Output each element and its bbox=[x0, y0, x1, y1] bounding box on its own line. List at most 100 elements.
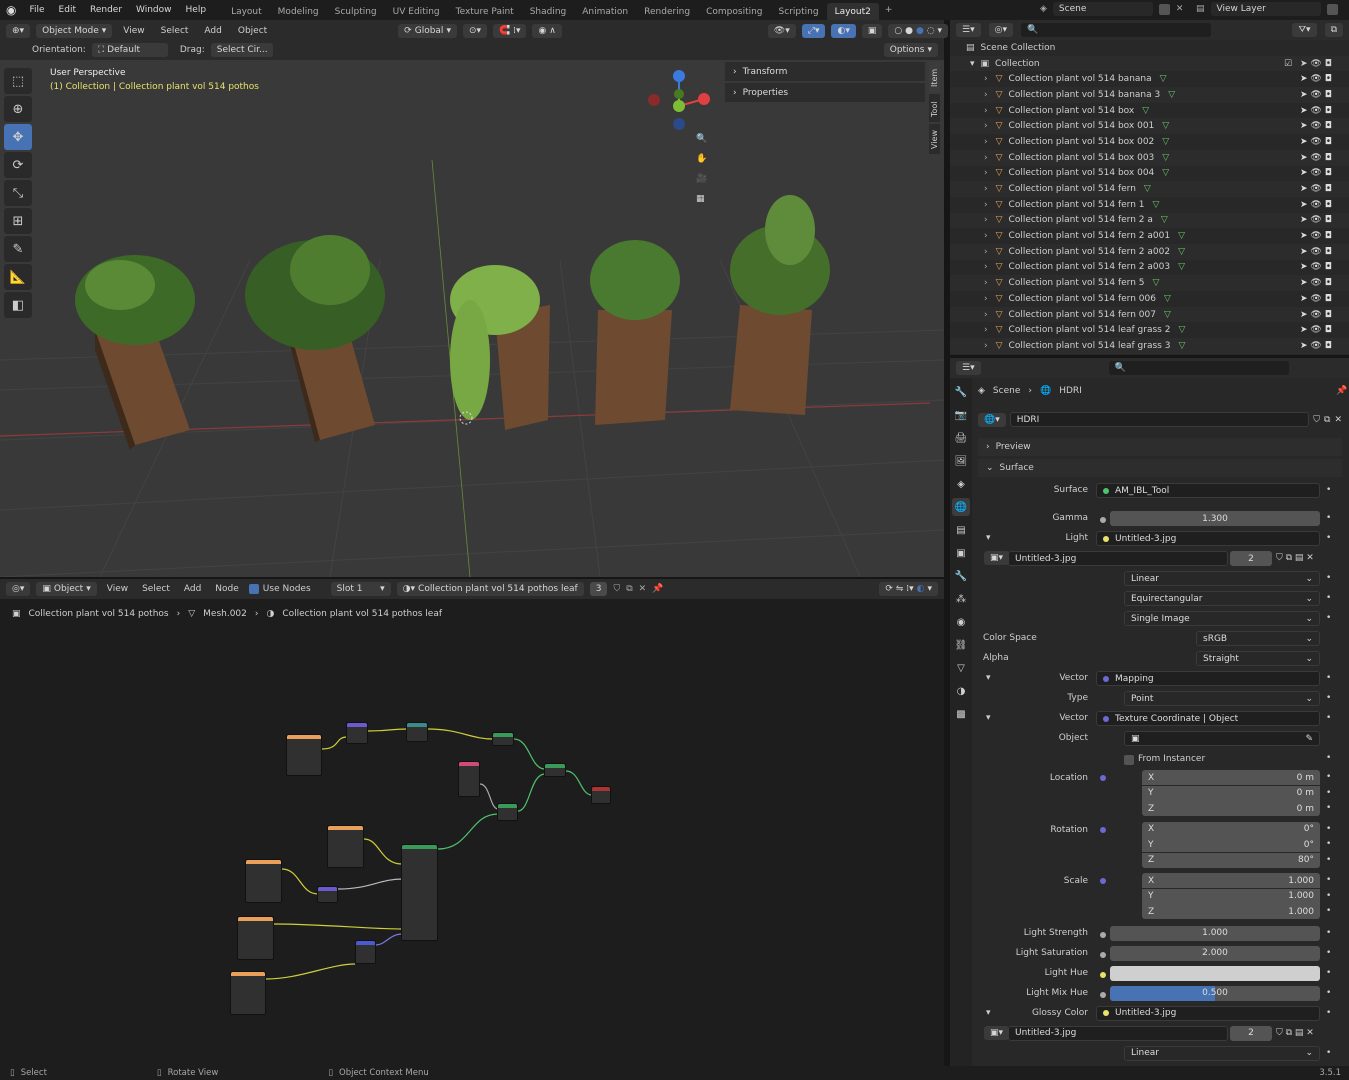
mesh-data-icon[interactable]: ▽ bbox=[1162, 168, 1169, 178]
row-visibility-icons[interactable]: ➤ 👁 ◘ bbox=[1300, 200, 1332, 210]
keyframe-dot-icon[interactable]: • bbox=[1326, 513, 1331, 523]
rotation-x-field[interactable]: X 0° bbox=[1142, 821, 1320, 837]
keyframe-dot-icon[interactable]: • bbox=[1326, 988, 1331, 998]
planter-2[interactable] bbox=[245, 235, 385, 442]
keyframe-dot-icon[interactable]: • bbox=[1326, 839, 1331, 849]
keyframe-dot-icon[interactable]: • bbox=[1326, 803, 1331, 813]
row-visibility-icons[interactable]: ➤ 👁 ◘ bbox=[1300, 74, 1332, 84]
outliner-row[interactable]: › ▽ Collection plant vol 514 fern 006 ▽ ➤ 👁 … bbox=[950, 291, 1349, 307]
output-tab-icon[interactable]: 🖨 bbox=[952, 429, 970, 447]
row-visibility-icons[interactable]: ➤ 👁 ◘ bbox=[1300, 278, 1332, 288]
light-socket[interactable]: Untitled-3.jpg bbox=[1096, 531, 1320, 546]
outliner-row[interactable]: › ▽ Collection plant vol 514 fern 5 ▽ ➤ 👁 ◘ bbox=[950, 275, 1349, 291]
collapse-triangle-icon[interactable]: ▾ bbox=[986, 533, 991, 543]
expand-chevron-icon[interactable]: › bbox=[984, 184, 988, 194]
world-browse-icon[interactable]: 🌐▾ bbox=[978, 412, 1006, 427]
object-field[interactable]: ▣ ✎ bbox=[1124, 731, 1320, 746]
outliner-row[interactable]: › ▽ Collection plant vol 514 fern ▽ ➤ 👁 ◘ bbox=[950, 181, 1349, 197]
planter-4[interactable] bbox=[590, 240, 680, 425]
expand-chevron-icon[interactable]: › bbox=[984, 215, 988, 225]
keyframe-dot-icon[interactable]: • bbox=[1326, 485, 1331, 495]
transform-orientation-dropdown[interactable]: ⟳ Global ▾ bbox=[398, 23, 457, 38]
light-strength-field[interactable]: 1.000 bbox=[1110, 925, 1320, 941]
collection-row[interactable]: ▾ ▣ Collection ☑ ➤ 👁 ◘ bbox=[950, 55, 1349, 72]
tab-item[interactable]: Item bbox=[929, 62, 940, 92]
keyframe-dot-icon[interactable]: • bbox=[1326, 1048, 1331, 1058]
expand-chevron-icon[interactable]: › bbox=[984, 247, 988, 257]
alpha-dropdown[interactable]: Straight ⌄ bbox=[1196, 651, 1320, 666]
outliner-row[interactable]: › ▽ Collection plant vol 514 fern 2 a002 ▽ ➤… bbox=[950, 243, 1349, 260]
node-texture-1[interactable] bbox=[286, 734, 322, 776]
expand-chevron-icon[interactable]: › bbox=[984, 168, 988, 178]
scale-z-field[interactable]: Z 1.000 bbox=[1142, 904, 1320, 919]
row-visibility-icons[interactable]: ➤ 👁 ◘ bbox=[1300, 90, 1332, 100]
node-material-output[interactable] bbox=[591, 786, 611, 804]
surface-section-header[interactable]: ⌄ Surface bbox=[978, 459, 1342, 477]
options-dropdown[interactable]: Options ▾ bbox=[883, 43, 938, 57]
node-principled-bsdf[interactable] bbox=[401, 844, 438, 941]
cursor-tool-icon[interactable]: ⊕ bbox=[4, 96, 32, 122]
keyframe-dot-icon[interactable]: • bbox=[1326, 593, 1331, 603]
menu-window[interactable]: Window bbox=[129, 5, 179, 15]
properties-editor[interactable]: ☰▾ 🔍 🔧 📷 🖨 🖼 ◈ 🌐 ▤ ▣ 🔧 ⁂ ◉ ⛓ ▽ ◑ ▩ ◈ Scen… bbox=[950, 358, 1349, 1066]
outliner-row[interactable]: › ▽ Collection plant vol 514 fern 2 a003 ▽ ➤… bbox=[950, 260, 1349, 276]
keyframe-dot-icon[interactable]: • bbox=[1326, 968, 1331, 978]
node-texture-2[interactable] bbox=[327, 825, 364, 868]
outliner-row[interactable]: › ▽ Collection plant vol 514 fern 1 ▽ ➤ 👁 ◘ bbox=[950, 197, 1349, 213]
light-saturation-field[interactable]: 2.000 bbox=[1110, 945, 1320, 961]
select-menu[interactable]: Select bbox=[156, 26, 194, 36]
proportional-edit-toggle[interactable]: ◉ ∧ bbox=[532, 23, 562, 38]
scale-x-field[interactable]: X 1.000 bbox=[1142, 873, 1320, 888]
tab-workspace-compositing[interactable]: Compositing bbox=[698, 3, 770, 20]
view-layer-tab-icon[interactable]: 🖼 bbox=[952, 452, 970, 470]
outliner-row[interactable]: › ▽ Collection plant vol 514 leaf grass 2 ▽… bbox=[950, 322, 1349, 338]
shading-modes[interactable]: ○ ● ● ◌ ▾ bbox=[888, 23, 949, 38]
add-cube-tool-icon[interactable]: ◧ bbox=[4, 292, 32, 318]
light-hue-field[interactable] bbox=[1110, 965, 1320, 981]
expand-chevron-icon[interactable]: › bbox=[984, 106, 988, 116]
mesh-data-icon[interactable]: ▽ bbox=[1162, 121, 1169, 131]
expand-chevron-icon[interactable]: › bbox=[984, 74, 988, 84]
expand-chevron-icon[interactable]: › bbox=[984, 262, 988, 272]
tab-workspace-animation[interactable]: Animation bbox=[574, 3, 636, 20]
tab-workspace-modeling[interactable]: Modeling bbox=[270, 3, 327, 20]
keyframe-dot-icon[interactable]: • bbox=[1326, 788, 1331, 798]
shader-type-dropdown[interactable]: ▣ Object ▾ bbox=[36, 582, 97, 596]
camera-view-icon[interactable]: 🎥 bbox=[690, 172, 713, 186]
properties-panel-header[interactable]: › Properties bbox=[725, 83, 925, 102]
mesh-data-icon[interactable]: ▽ bbox=[1161, 215, 1168, 225]
outliner-row[interactable]: › ▽ Collection plant vol 514 box 004 ▽ ➤ 👁 ◘ bbox=[950, 166, 1349, 182]
planter-1[interactable] bbox=[75, 255, 195, 450]
row-visibility-icons[interactable]: ➤ 👁 ◘ bbox=[1300, 137, 1332, 147]
node-color-1[interactable] bbox=[458, 761, 480, 797]
properties-search-input[interactable]: 🔍 bbox=[1108, 361, 1289, 375]
gizmo-toggle[interactable]: ⤢▾ bbox=[801, 23, 826, 38]
editor-type-button[interactable]: ⊕▾ bbox=[6, 23, 31, 38]
node-normal-map[interactable] bbox=[355, 940, 376, 964]
row-visibility-icons[interactable]: ➤ 👁 ◘ bbox=[1300, 341, 1332, 351]
node-bump[interactable] bbox=[317, 886, 338, 903]
outliner-row[interactable]: › ▽ Collection plant vol 514 leaf grass 3 ▽… bbox=[950, 338, 1349, 354]
interpolation-dropdown[interactable]: Linear ⌄ bbox=[1124, 571, 1320, 586]
planter-5[interactable] bbox=[730, 195, 830, 415]
annotate-tool-icon[interactable]: ✎ bbox=[4, 236, 32, 262]
outliner-search-input[interactable]: 🔍 bbox=[1020, 23, 1211, 37]
node-add-menu[interactable]: Add bbox=[180, 584, 205, 594]
keyframe-dot-icon[interactable]: • bbox=[1326, 855, 1331, 865]
drag-dropdown[interactable]: Select Cir... bbox=[210, 43, 273, 57]
material-tab-icon[interactable]: ◑ bbox=[952, 682, 970, 700]
object-menu[interactable]: Object bbox=[233, 26, 272, 36]
outliner-row[interactable]: › ▽ Collection plant vol 514 box 003 ▽ ➤ 👁 ◘ bbox=[950, 149, 1349, 166]
expand-chevron-icon[interactable]: › bbox=[984, 90, 988, 100]
type-dropdown[interactable]: Point ⌄ bbox=[1124, 691, 1320, 706]
mesh-data-icon[interactable]: ▽ bbox=[1178, 341, 1185, 351]
row-visibility-icons[interactable]: ➤ 👁 ◘ bbox=[1300, 184, 1332, 194]
source-dropdown[interactable]: Single Image ⌄ bbox=[1124, 611, 1320, 626]
mesh-data-icon[interactable]: ▽ bbox=[1162, 137, 1169, 147]
mesh-data-icon[interactable]: ▽ bbox=[1178, 231, 1185, 241]
node-mix-shader[interactable] bbox=[544, 763, 566, 777]
keyframe-dot-icon[interactable]: • bbox=[1326, 1008, 1331, 1018]
rotation-z-field[interactable]: Z 80° bbox=[1142, 852, 1320, 868]
duplicate-world-icon[interactable]: ⧉ bbox=[1324, 415, 1330, 425]
overlay-toggle[interactable]: ◐▾ bbox=[831, 23, 856, 38]
